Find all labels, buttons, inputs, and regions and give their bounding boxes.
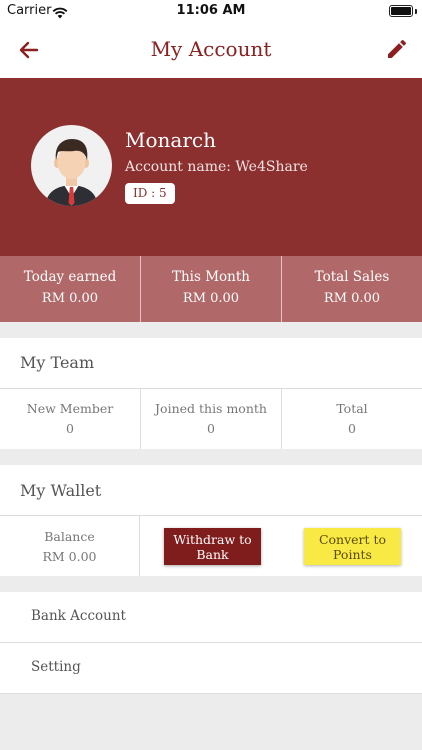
stat-label: Today earned (23, 269, 117, 285)
team-new-member: New Member 0 (0, 389, 141, 449)
team-value: 0 (207, 421, 215, 436)
section-title: My Wallet (20, 481, 102, 500)
stat-today-earned: Today earned RM 0.00 (0, 256, 141, 322)
clock: 11:06 AM (176, 3, 246, 18)
nav-bar: My Account (0, 22, 422, 78)
section-title: My Team (20, 353, 95, 372)
avatar (31, 125, 112, 206)
withdraw-label-line2: Bank (196, 547, 229, 562)
team-value: 0 (66, 421, 74, 436)
stat-total-sales: Total Sales RM 0.00 (282, 256, 422, 322)
menu-label: Bank Account (31, 608, 126, 624)
battery-tip (415, 9, 417, 14)
profile-header: Monarch Account name: We4Share ID : 5 (0, 78, 422, 256)
stat-value: RM 0.00 (41, 291, 99, 306)
team-label: New Member (26, 401, 114, 416)
status-bar: Carrier 11:06 AM (0, 0, 422, 22)
team-label: Joined this month (155, 401, 267, 416)
stat-this-month: This Month RM 0.00 (141, 256, 282, 322)
stat-label: This Month (171, 269, 250, 285)
team-stats-row: New Member 0 Joined this month 0 Total 0 (0, 389, 422, 449)
profile-name: Monarch (125, 128, 216, 152)
team-joined-this-month: Joined this month 0 (141, 389, 282, 449)
stat-label: Total Sales (314, 269, 390, 285)
stat-value: RM 0.00 (323, 291, 381, 306)
balance-label: Balance (44, 529, 95, 544)
menu-label: Setting (31, 659, 81, 675)
stat-value: RM 0.00 (182, 291, 240, 306)
convert-label-line1: Convert to (318, 532, 387, 547)
pencil-icon[interactable] (385, 37, 409, 61)
setting-item[interactable]: Setting (0, 643, 422, 694)
convert-to-points-button[interactable]: Convert to Points (304, 528, 401, 565)
withdraw-label-line1: Withdraw to (173, 532, 252, 547)
team-label: Total (336, 401, 368, 416)
battery-icon (389, 5, 413, 17)
balance-value: RM 0.00 (42, 549, 97, 564)
my-wallet-header: My Wallet (0, 465, 422, 516)
page-title: My Account (150, 37, 272, 61)
withdraw-to-bank-button[interactable]: Withdraw to Bank (164, 528, 261, 565)
stats-strip: Today earned RM 0.00 This Month RM 0.00 … (0, 256, 422, 322)
balance-block: Balance RM 0.00 (0, 516, 140, 576)
wallet-row: Balance RM 0.00 Withdraw to Bank Convert… (0, 516, 422, 576)
team-total: Total 0 (282, 389, 422, 449)
account-name: Account name: We4Share (125, 159, 308, 175)
id-badge: ID : 5 (125, 183, 175, 204)
bank-account-item[interactable]: Bank Account (0, 592, 422, 643)
team-value: 0 (348, 421, 356, 436)
convert-label-line2: Points (333, 547, 372, 562)
my-team-header: My Team (0, 338, 422, 389)
